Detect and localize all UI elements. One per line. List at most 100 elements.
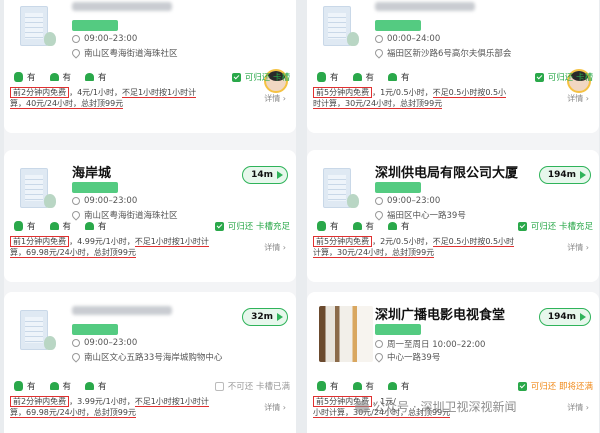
location-pin-icon: [70, 351, 82, 363]
location-pin-icon: [373, 209, 385, 221]
android-icon: [352, 382, 362, 390]
price-rule: 不足1小时按1小时计: [134, 397, 209, 407]
features-row: 有 有 有 可归还 卡槽: [14, 71, 290, 83]
price-rate: ，1元/0.5小时，: [372, 88, 433, 97]
android-icon: [388, 382, 398, 390]
check-icon: [231, 72, 241, 82]
detail-link[interactable]: 详情 ›: [264, 402, 286, 413]
station-thumbnail: [317, 2, 363, 54]
blurred-title: [72, 306, 172, 315]
station-title: 深圳广播电影电视食堂: [375, 308, 506, 323]
feature-android: 有: [352, 71, 374, 83]
hours-row: 周一至周日 10:00–22:00: [375, 338, 485, 350]
address-text: 南山区粤海街道海珠社区: [84, 49, 178, 59]
feature-apple: 有: [317, 71, 339, 83]
return-label: 可归还 卡槽充足: [227, 222, 290, 232]
distance-text: 14m: [251, 170, 273, 180]
watermark: 公众号 · 深圳卫视深视新闻: [355, 398, 516, 415]
station-title: 海岸城: [72, 166, 112, 181]
feature-typec: 有: [388, 71, 410, 83]
detail-link[interactable]: 详情 ›: [264, 93, 286, 104]
price-tail: 算，40元/24小时，总封顶99元: [10, 99, 124, 109]
android-icon: [49, 222, 59, 230]
android-icon: [388, 222, 398, 230]
hours-row: 09:00–23:00: [72, 34, 137, 44]
distance-button[interactable]: 32m: [242, 308, 288, 326]
free-period: 前5分钟内免费: [313, 87, 373, 98]
feature-apple: 有: [14, 71, 36, 83]
price-tail: 时计算，30元/24小时，总封顶99元: [313, 99, 443, 109]
watermark-text: 公众号 · 深圳卫视深视新闻: [373, 400, 517, 414]
hours-text: 09:00–23:00: [84, 34, 138, 44]
station-thumbnail: [317, 164, 363, 216]
features-row: 有 有 有 可归还 卡槽充足: [317, 220, 593, 232]
station-card[interactable]: 09:00–23:00 南山区粤海街道海珠社区 有 有 有 可归还 卡槽 前2分…: [4, 0, 296, 133]
station-card[interactable]: 海岸城 09:00–23:00 南山区粤海街道海珠社区 14m 有 有 有 可归…: [4, 150, 296, 282]
price-rule: 不足0.5小时按0.5小: [432, 88, 507, 98]
apple-icon: [14, 221, 23, 231]
apple-icon: [317, 381, 326, 391]
price-rate: ，4元/1小时，: [69, 88, 122, 97]
price-tail: 算，69.98元/24小时，总封顶99元: [10, 408, 136, 418]
wechat-icon: [355, 400, 369, 413]
price-text: 前5分钟内免费 ，1元/0.5小时，不足0.5小时按0.5小 时计算，30元/24…: [313, 87, 553, 109]
feature-typec: 有: [85, 71, 107, 83]
station-card[interactable]: 00:00–24:00 福田区新沙路6号高尔夫俱乐部会 有 有 有 可归还 卡槽…: [307, 0, 599, 133]
features-row: 有 有 有 可归还 即将还满: [317, 380, 593, 392]
return-label: 可归还 卡槽: [244, 73, 290, 83]
address-row: 南山区文心五路33号海岸城购物中心: [70, 351, 223, 363]
address-text: 中心一路39号: [387, 353, 441, 363]
station-tag: [375, 324, 421, 335]
price-rate: ，3.99元/1小时，: [69, 397, 135, 406]
return-status: 可归还 卡槽充足: [214, 220, 290, 232]
return-label: 不可还 卡槽已满: [227, 382, 290, 392]
feature-android: 有: [49, 380, 71, 392]
station-card[interactable]: 深圳供电局有限公司大厦 09:00–23:00 福田区中心一路39号 194m …: [307, 150, 599, 282]
feature-android: 有: [49, 220, 71, 232]
distance-text: 194m: [547, 170, 576, 180]
android-icon: [85, 73, 95, 81]
station-thumbnail: [14, 164, 60, 216]
return-label: 可归还 即将还满: [530, 382, 593, 392]
features-row: 有 有 有 可归还 卡槽: [317, 71, 593, 83]
detail-link[interactable]: 详情 ›: [567, 93, 589, 104]
address-row: 中心一路39号: [373, 351, 441, 363]
detail-link[interactable]: 详情 ›: [567, 242, 589, 253]
feature-typec: 有: [85, 220, 107, 232]
right-panel: 00:00–24:00 福田区新沙路6号高尔夫俱乐部会 有 有 有 可归还 卡槽…: [307, 0, 599, 433]
hours-row: 09:00–23:00: [375, 196, 440, 206]
android-icon: [85, 222, 95, 230]
hours-row: 09:00–23:00: [72, 338, 137, 348]
feature-apple: 有: [14, 380, 36, 392]
apple-icon: [317, 72, 326, 82]
distance-button[interactable]: 14m: [242, 166, 288, 184]
features-row: 有 有 有 可归还 卡槽充足: [14, 220, 290, 232]
hours-text: 09:00–23:00: [84, 338, 138, 348]
apple-icon: [317, 221, 326, 231]
address-text: 福田区新沙路6号高尔夫俱乐部会: [387, 49, 512, 59]
return-status: 可归还 卡槽: [534, 71, 593, 83]
station-card[interactable]: 09:00–23:00 南山区文心五路33号海岸城购物中心 32m 有 有 有 …: [4, 292, 296, 433]
feature-typec: 有: [85, 380, 107, 392]
detail-link[interactable]: 详情 ›: [567, 402, 589, 413]
distance-button[interactable]: 194m: [538, 166, 591, 184]
feature-android: 有: [352, 220, 374, 232]
android-icon: [85, 382, 95, 390]
feature-android: 有: [49, 71, 71, 83]
clock-icon: [375, 197, 383, 205]
station-title: 深圳供电局有限公司大厦: [375, 166, 519, 181]
feature-apple: 有: [317, 220, 339, 232]
station-tag: [375, 20, 421, 31]
clock-icon: [72, 197, 80, 205]
price-rule: 不足1小时按1小时计: [134, 237, 209, 247]
feature-apple: 有: [317, 380, 339, 392]
address-text: 南山区文心五路33号海岸城购物中心: [84, 353, 223, 363]
price-rule: 不足0.5小时按0.5小时: [432, 237, 515, 247]
clock-icon: [72, 35, 80, 43]
hours-row: 00:00–24:00: [375, 34, 440, 44]
price-rule: 不足1小时按1小时计: [121, 88, 197, 98]
blurred-title: [375, 2, 475, 11]
clock-icon: [375, 340, 383, 348]
detail-link[interactable]: 详情 ›: [264, 242, 286, 253]
distance-button[interactable]: 194m: [538, 308, 591, 326]
